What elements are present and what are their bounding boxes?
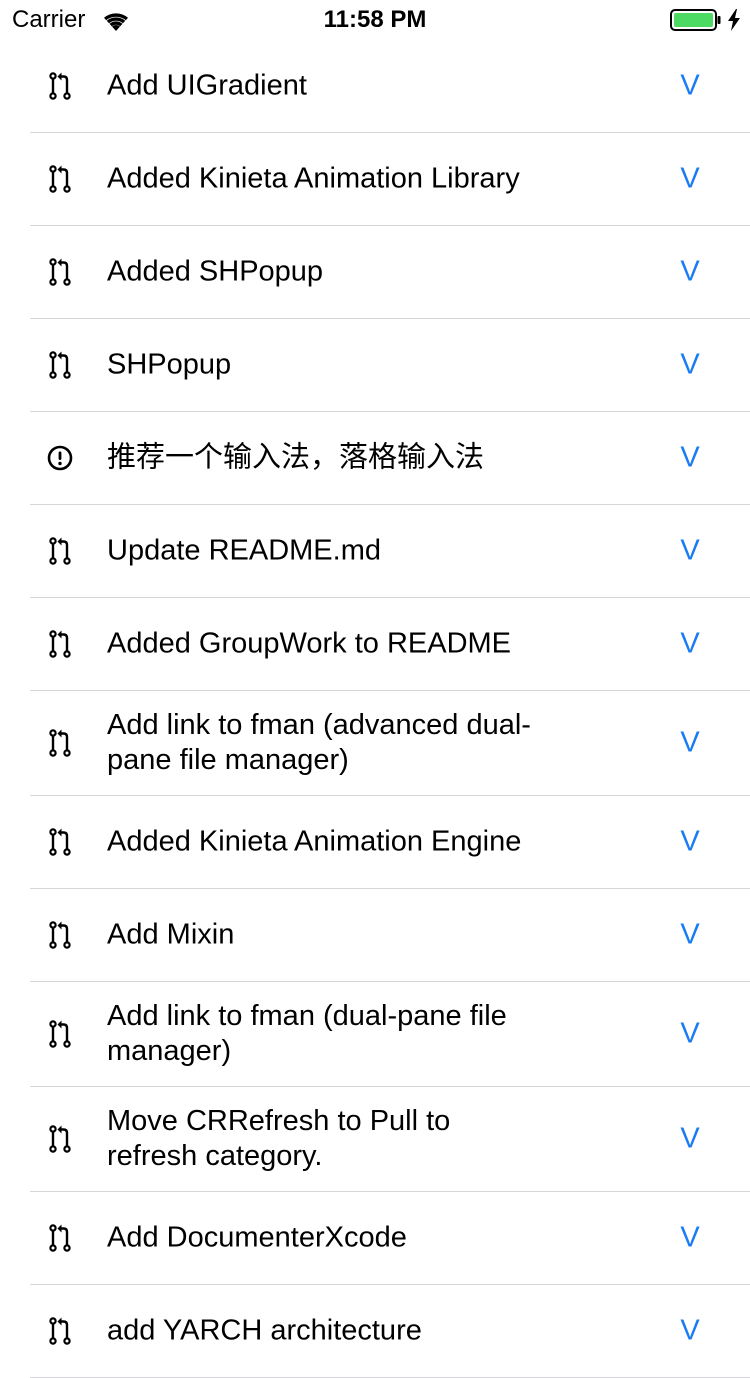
list-item-action[interactable]: V [670,534,710,569]
list-item[interactable]: Add DocumenterXcode V [30,1192,750,1285]
status-bar: Carrier 11:58 PM [0,0,750,40]
list-item-title: Move CRRefresh to Pull to refresh catego… [107,1105,451,1172]
pull-request-icon [49,164,71,193]
list-item-action[interactable]: V [670,825,710,860]
list-item-title: Added Kinieta Animation Library [107,162,520,195]
list-item-action[interactable]: V [670,918,710,953]
list-item-action[interactable]: V [670,348,710,383]
list-item[interactable]: Added GroupWork to README V [30,598,750,691]
list-item-action[interactable]: V [670,1221,710,1256]
list-item-title: Add Mixin [107,918,235,951]
pull-request-list: Add UIGradient V Added Kinieta Animation… [0,40,750,1378]
list-item-title: 推荐一个输入法，落格输入法 [107,441,485,474]
list-item-title: SHPopup [107,348,232,381]
pull-request-icon [49,536,71,565]
list-item[interactable]: Added SHPopup V [30,226,750,319]
status-time: 11:58 PM [323,6,427,33]
pull-request-icon [49,629,71,658]
list-item-title: Add link to fman (dual-pane file manager… [107,1000,507,1067]
list-item-action[interactable]: V [670,162,710,197]
list-item-action[interactable]: V [670,1122,710,1157]
list-item[interactable]: Added Kinieta Animation Library V [30,133,750,226]
issue-icon [47,445,73,471]
pull-request-icon [49,920,71,949]
list-item-action[interactable]: V [670,1314,710,1349]
list-item-title: Add UIGradient [107,69,307,102]
pull-request-icon [49,1223,71,1252]
bolt-icon [728,9,740,31]
list-item-title: add YARCH architecture [107,1314,422,1347]
list-item-action[interactable]: V [670,441,710,476]
pull-request-icon [49,71,71,100]
list-item-action[interactable]: V [670,255,710,290]
list-item[interactable]: Add Mixin V [30,889,750,982]
pull-request-icon [49,350,71,379]
list-item-action[interactable]: V [670,726,710,761]
list-item[interactable]: SHPopup V [30,319,750,412]
pull-request-icon [49,728,71,757]
pull-request-icon [49,1316,71,1345]
battery-icon [670,9,721,31]
list-item[interactable]: Add link to fman (advanced dual-pane fil… [30,691,750,796]
list-item[interactable]: 推荐一个输入法，落格输入法 V [30,412,750,505]
list-item[interactable]: Add UIGradient V [30,40,750,133]
list-item[interactable]: Update README.md V [30,505,750,598]
list-item[interactable]: Added Kinieta Animation Engine V [30,796,750,889]
pull-request-icon [49,827,71,856]
pull-request-icon [49,1019,71,1048]
list-item-action[interactable]: V [670,1017,710,1052]
list-item[interactable]: add YARCH architecture V [30,1285,750,1378]
list-item-title: Added SHPopup [107,255,324,288]
list-item[interactable]: Add link to fman (dual-pane file manager… [30,982,750,1087]
list-item-title: Add DocumenterXcode [107,1221,407,1254]
list-item-title: Add link to fman (advanced dual-pane fil… [107,709,531,776]
list-item-title: Added GroupWork to README [107,627,512,660]
pull-request-icon [49,257,71,286]
pull-request-icon [49,1124,71,1153]
list-item-action[interactable]: V [670,627,710,662]
list-item-title: Update README.md [107,534,381,567]
list-item-title: Added Kinieta Animation Engine [107,825,522,858]
list-item-action[interactable]: V [670,69,710,104]
list-item[interactable]: Move CRRefresh to Pull to refresh catego… [30,1087,750,1192]
